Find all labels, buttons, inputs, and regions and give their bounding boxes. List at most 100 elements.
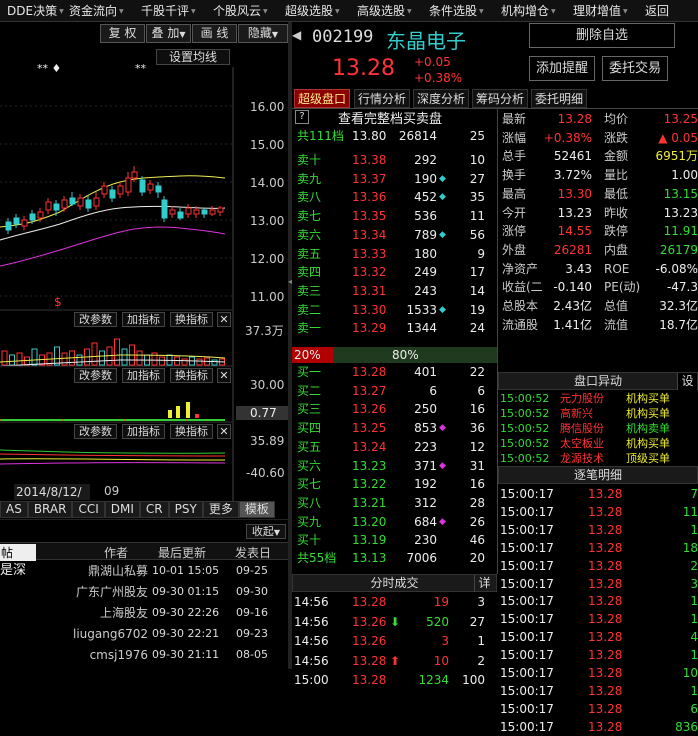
switch-indicator-button[interactable]: 换指标 [170, 312, 213, 327]
book-price[interactable]: 13.37 [352, 170, 386, 188]
yidong-row[interactable]: 15:00:52 腾信股份 机构卖单 [498, 421, 698, 436]
forum-row[interactable]: 上海股友 09-30 22:26 09-16 [0, 603, 288, 624]
buy-row: 买三 13.26 250 16 [292, 400, 497, 418]
zhubi-price: 13.28 [588, 576, 623, 591]
book-level-label: 买三 [297, 402, 322, 417]
forum-col-posted[interactable]: 发表日 [235, 544, 271, 561]
indicator-tab[interactable]: 更多 [202, 501, 239, 518]
indicator-tab[interactable]: CCI [72, 501, 105, 518]
yidong-row[interactable]: 15:00:52 太空板业 机构买单 [498, 436, 698, 451]
menu-item[interactable]: 资金流向 [62, 2, 134, 19]
add-indicator-button[interactable]: 加指标 [122, 368, 165, 383]
prev-stock-icon[interactable]: ◀ [292, 28, 301, 42]
add-indicator-button[interactable]: 加指标 [122, 312, 165, 327]
stat-row: 净资产 3.43 ROE -6.08% [498, 260, 698, 278]
book-price[interactable]: 13.24 [352, 438, 386, 456]
forum-col-updated[interactable]: 最后更新 [158, 544, 206, 561]
add-alert-button[interactable]: 添加提醒 [529, 56, 595, 81]
forum-row[interactable]: 是深 鼎湖山私募 10-01 15:05 09-25 [0, 561, 288, 582]
close-icon[interactable]: ✕ [217, 424, 231, 439]
tab-super-depth[interactable]: 超级盘口 [294, 89, 351, 108]
book-price[interactable]: 13.23 [352, 457, 386, 475]
full-book-link[interactable]: 查看完整档买卖盘 [338, 108, 442, 127]
book-price[interactable]: 13.30 [352, 301, 386, 319]
indicator-tab[interactable]: CR [139, 501, 169, 518]
book-price[interactable]: 13.35 [352, 207, 386, 225]
book-count: 26 [469, 514, 485, 529]
trade-button[interactable]: 委托交易 [602, 56, 668, 81]
zhubi-price: 13.28 [588, 683, 623, 698]
menu-item[interactable]: 超级选股 [278, 2, 350, 19]
tab-orders[interactable]: 委托明细 [531, 89, 588, 108]
book-price[interactable]: 13.21 [352, 494, 386, 512]
change-param-button[interactable]: 改参数 [74, 368, 117, 383]
forum-col-title[interactable]: 帖 [0, 544, 36, 561]
book-volume: 26814 [398, 129, 437, 143]
book-price[interactable]: 13.27 [352, 382, 386, 400]
switch-indicator-button[interactable]: 换指标 [170, 424, 213, 439]
book-level-label: 买十 [297, 533, 322, 548]
indicator-tab[interactable]: DMI [104, 501, 140, 518]
fenshi-detail-button[interactable]: 详 [474, 575, 494, 592]
book-price[interactable]: 13.38 [352, 151, 386, 169]
close-icon[interactable]: ✕ [217, 312, 231, 327]
yidong-settings-button[interactable]: 设 [677, 373, 697, 390]
book-count: 16 [469, 402, 485, 417]
change-param-button[interactable]: 改参数 [74, 424, 117, 439]
yidong-row[interactable]: 15:00:52 元力股份 机构买单 [498, 391, 698, 406]
book-price[interactable]: 13.19 [352, 531, 386, 549]
forum-row[interactable]: liugang6702 09-30 22:21 09-23 [0, 624, 288, 645]
add-indicator-button[interactable]: 加指标 [122, 424, 165, 439]
stat-value: 52461 [553, 149, 592, 164]
switch-indicator-button[interactable]: 换指标 [170, 368, 213, 383]
book-price[interactable]: 13.13 [352, 549, 386, 567]
book-price[interactable]: 13.31 [352, 282, 386, 300]
tab-deep[interactable]: 深度分析 [413, 89, 470, 108]
menu-item[interactable]: 机构增仓 [494, 2, 566, 19]
help-icon[interactable]: ? [295, 110, 309, 124]
menu-item[interactable]: 条件选股 [422, 2, 494, 19]
book-price[interactable]: 13.26 [352, 400, 386, 418]
kline-chart-pane: 复 权 叠 加▼ 画 线 隐藏▼ 设置均线 ** ♦ ** 16.00 15.0… [0, 22, 288, 669]
yidong-row[interactable]: 15:00:52 龙源技术 顶级买单 [498, 451, 698, 466]
indicator-tab[interactable]: BRAR [27, 501, 73, 518]
menu-item[interactable]: 返回 [638, 2, 676, 19]
book-price[interactable]: 13.22 [352, 475, 386, 493]
indicator-tab[interactable]: PSY [168, 501, 203, 518]
book-price[interactable]: 13.80 [352, 127, 386, 145]
forum-col-author[interactable]: 作者 [104, 544, 128, 561]
buy-row: 买六 13.23 371 ◆ 31 [292, 457, 497, 475]
book-price[interactable]: 13.34 [352, 226, 386, 244]
tab-analysis[interactable]: 行情分析 [354, 89, 411, 108]
yidong-row[interactable]: 15:00:52 高新兴 机构买单 [498, 406, 698, 421]
volume-bar [136, 350, 143, 366]
menu-item[interactable]: 个股风云 [206, 2, 278, 19]
indicator-tab[interactable]: 模板 [238, 501, 275, 518]
change-param-button[interactable]: 改参数 [74, 312, 117, 327]
indicator-tab[interactable]: AS [0, 501, 28, 518]
menu-item[interactable]: 千股千评 [134, 2, 206, 19]
menu-item[interactable]: DDE决策 [0, 2, 62, 19]
book-count: 20 [469, 551, 485, 565]
candle [131, 171, 138, 179]
candle [13, 217, 20, 225]
close-icon[interactable]: ✕ [217, 368, 231, 383]
tab-chips[interactable]: 筹码分析 [472, 89, 529, 108]
quote-panel: ◀ 002199 东晶电子 13.28 +0.05 +0.38% 删除自选 添加… [292, 22, 698, 734]
collapse-button[interactable]: 收起▼ [246, 524, 286, 539]
book-marker-icon: ◆ [439, 304, 446, 315]
book-price[interactable]: 13.33 [352, 245, 386, 263]
book-price[interactable]: 13.28 [352, 363, 386, 381]
forum-row[interactable]: 广东广州股友 09-30 01:15 09-30 [0, 582, 288, 603]
remove-watchlist-button[interactable]: 删除自选 [529, 23, 675, 48]
forum-title[interactable]: 是深 [0, 562, 26, 580]
menu-item[interactable]: 理财增值 [566, 2, 638, 19]
book-price[interactable]: 13.20 [352, 513, 386, 531]
book-volume: 230 [414, 533, 437, 548]
book-price[interactable]: 13.29 [352, 319, 386, 337]
book-price[interactable]: 13.36 [352, 188, 386, 206]
forum-row[interactable]: cmsj1976 09-30 21:11 08-05 [0, 645, 288, 666]
book-price[interactable]: 13.32 [352, 263, 386, 281]
book-price[interactable]: 13.25 [352, 419, 386, 437]
menu-item[interactable]: 高级选股 [350, 2, 422, 19]
